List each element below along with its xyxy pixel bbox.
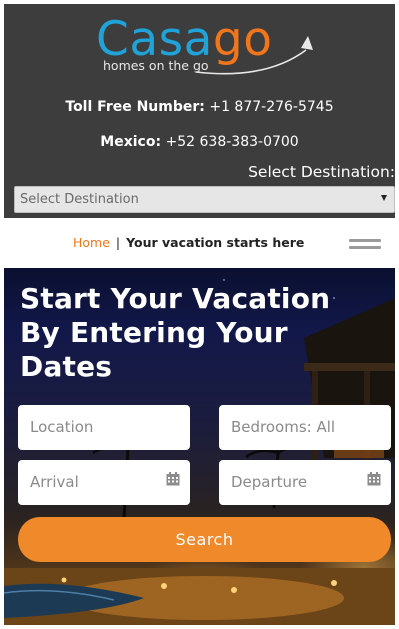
breadcrumb-home-link[interactable]: Home — [73, 235, 110, 250]
page-frame: Casago homes on the go Toll Free Number:… — [4, 4, 395, 625]
arrival-placeholder: Arrival — [30, 473, 79, 491]
casago-logo[interactable]: Casago homes on the go — [96, 12, 326, 82]
calendar-icon[interactable] — [166, 472, 180, 486]
breadcrumb-separator: | — [115, 235, 121, 250]
hamburger-menu-icon[interactable] — [349, 236, 381, 252]
location-input[interactable]: Location — [18, 405, 190, 450]
toll-free-number[interactable]: +1 877-276-5745 — [209, 99, 333, 115]
departure-date-input[interactable]: Departure — [219, 460, 391, 505]
breadcrumb: Home | Your vacation starts here — [73, 235, 304, 250]
toll-free-line: Toll Free Number: +1 877-276-5745 — [4, 99, 395, 115]
destination-label: Select Destination: — [248, 163, 395, 181]
departure-placeholder: Departure — [231, 473, 308, 491]
hero-section: Start Your Vacation By Entering Your Dat… — [4, 268, 395, 625]
toll-free-label: Toll Free Number: — [65, 99, 205, 115]
breadcrumb-current: Your vacation starts here — [126, 235, 305, 250]
search-button[interactable]: Search — [18, 517, 391, 562]
location-placeholder: Location — [30, 418, 94, 436]
calendar-icon[interactable] — [367, 472, 381, 486]
nav-bar: Home | Your vacation starts here — [4, 218, 395, 268]
hero-heading: Start Your Vacation By Entering Your Dat… — [20, 282, 331, 383]
bedrooms-value: Bedrooms: All — [231, 418, 336, 436]
arrival-date-input[interactable]: Arrival — [18, 460, 190, 505]
destination-select[interactable]: Select Destination — [14, 186, 395, 213]
bedrooms-select[interactable]: Bedrooms: All — [219, 405, 391, 450]
mexico-number[interactable]: +52 638-383-0700 — [166, 134, 299, 150]
mexico-phone-line: Mexico: +52 638-383-0700 — [4, 134, 395, 150]
chevron-down-icon — [381, 195, 387, 201]
mexico-label: Mexico: — [100, 134, 162, 150]
site-header: Casago homes on the go Toll Free Number:… — [4, 4, 395, 218]
logo-tagline: homes on the go — [103, 58, 209, 73]
destination-selected-value: Select Destination — [20, 192, 139, 207]
